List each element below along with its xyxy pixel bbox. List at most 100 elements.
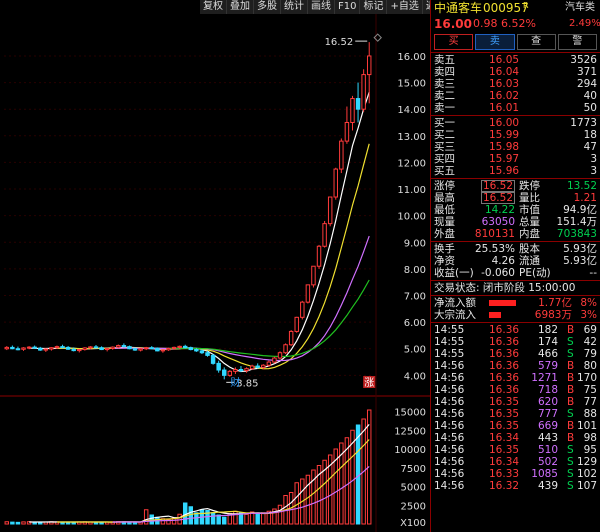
ask-row: 卖五 16.05 3526 — [431, 54, 600, 66]
candle-body — [339, 140, 344, 170]
stat-label: 市值 — [519, 204, 540, 216]
high-label: 16.52 — [325, 37, 354, 48]
ask-label: 卖二 — [434, 90, 455, 102]
tick-time: 14:56 — [434, 456, 465, 468]
price-tick-label: 4.00 — [404, 371, 426, 382]
candle-body — [266, 361, 272, 366]
candle-body — [88, 346, 93, 349]
ask-row: 卖二 16.02 40 — [431, 90, 600, 102]
toolbar-button[interactable]: F10 — [335, 0, 361, 14]
ask-volume: 40 — [583, 90, 597, 102]
toolbar-button[interactable]: 统计 — [281, 0, 308, 14]
ask-volume: 294 — [576, 78, 597, 90]
tick-volume: 502 — [537, 456, 558, 468]
candle-body — [26, 346, 32, 349]
tick-price: 16.35 — [489, 408, 520, 420]
stat-row: 涨停 16.52 跌停 13.52 — [431, 180, 600, 192]
stat-value: -0.060 — [481, 267, 515, 279]
candle-body — [311, 265, 316, 286]
candle-body — [272, 357, 277, 363]
stat-value: 16.52 — [480, 192, 515, 204]
bid-volume: 1773 — [570, 117, 597, 129]
toolbar-button[interactable]: +自选 — [387, 0, 423, 14]
volume-bar — [210, 512, 216, 525]
price-change-pct: 6.52% — [501, 17, 536, 30]
volume-bar — [277, 504, 283, 525]
flow-pct: 3% — [580, 309, 597, 321]
kline-chart[interactable]: 16.00 15.00 14.00 13.00 12.00 11.00 10.00 9.00 8… — [0, 14, 430, 532]
stat-label: 最高 — [434, 192, 455, 204]
stat-label: 总量 — [519, 216, 540, 228]
ask-price: 16.03 — [489, 78, 520, 90]
buy-button[interactable]: 买 — [434, 34, 474, 50]
volume-tick-label: 5000 — [401, 483, 426, 494]
candle-body — [210, 354, 216, 364]
toolbar-button[interactable]: 多股 — [254, 0, 281, 14]
bid-price: 15.97 — [489, 153, 520, 165]
candle-body — [366, 55, 372, 76]
candle-body — [344, 121, 350, 142]
tick-side: S — [567, 468, 574, 480]
alert-button[interactable]: 警 — [557, 34, 597, 50]
toolbar-button[interactable]: 画线 — [308, 0, 335, 14]
tick-row: 14:56 16.35 669 B 101 — [431, 420, 600, 432]
sell-button[interactable]: 卖 — [475, 34, 515, 50]
price-tick-label: 11.00 — [397, 185, 426, 196]
toolbar-button[interactable]: 叠加 — [227, 0, 254, 14]
ask-label: 卖五 — [434, 54, 455, 66]
ask-volume: 3526 — [570, 54, 597, 66]
candle-body — [38, 347, 43, 351]
stat-value: 703843 — [556, 228, 597, 240]
volume-tick-label: 15000 — [394, 408, 426, 419]
volume-bar — [244, 513, 249, 525]
volume-tick-label: 12500 — [394, 426, 426, 437]
tick-price: 16.35 — [489, 444, 520, 456]
candle-body — [82, 347, 88, 351]
tick-price: 16.36 — [489, 360, 520, 372]
limit-up-marker: 涨 — [364, 377, 374, 389]
toolbar-button[interactable]: 复权 — [200, 0, 227, 14]
tick-count: 129 — [576, 456, 597, 468]
ask-label: 卖四 — [434, 66, 455, 78]
tick-side: B — [567, 360, 575, 372]
candle-body — [199, 350, 205, 354]
tick-row: 14:56 16.36 1271 B 170 — [431, 372, 600, 384]
candle-body — [355, 98, 361, 110]
tick-row: 14:56 16.34 443 B 98 — [431, 432, 600, 444]
candle-body — [4, 346, 10, 350]
candle-body — [277, 352, 283, 359]
chart-toolbar: 复权叠加多股统计画线F10标记+自选返回 — [200, 0, 450, 14]
tick-list[interactable]: 14:55 16.36 182 B 69 14:55 16.36 174 S 42 14:55 16.… — [431, 324, 600, 492]
volume-bar — [21, 521, 26, 525]
tick-price: 16.34 — [489, 432, 520, 444]
kline-svg[interactable]: 16.00 15.00 14.00 13.00 12.00 11.00 10.00 9.00 8… — [0, 14, 430, 532]
stat-label: PE(动) — [519, 267, 551, 279]
action-buttons: 买 卖 查 警 — [431, 34, 600, 50]
volume-bar — [255, 513, 260, 525]
price-tick-label: 13.00 — [397, 132, 426, 143]
tick-count: 77 — [583, 396, 597, 408]
candle-body — [322, 223, 327, 247]
tick-price: 16.35 — [489, 396, 520, 408]
stat-label: 换手 — [434, 243, 455, 255]
query-button[interactable]: 查 — [516, 34, 556, 50]
toolbar-button[interactable]: 标记 — [360, 0, 388, 14]
candle-body — [294, 316, 299, 332]
candle-body — [143, 347, 149, 350]
price-tick-label: 15.00 — [397, 79, 426, 90]
tick-row: 14:55 16.36 466 S 79 — [431, 348, 600, 360]
stat-value: 14.22 — [484, 204, 515, 216]
candle-body — [194, 349, 199, 352]
tick-count: 101 — [576, 420, 597, 432]
stat-label: 最低 — [434, 204, 455, 216]
sector-name[interactable]: 汽车类 — [565, 0, 595, 16]
stat-value: 16.52 — [480, 180, 515, 192]
flow-row: 大宗流入 6983万 3% — [431, 309, 600, 321]
bid-price: 16.00 — [489, 117, 520, 129]
ask-row: 卖三 16.03 294 — [431, 78, 600, 90]
tick-volume: 669 — [537, 420, 558, 432]
vol-ma10-line — [57, 439, 370, 523]
candle-body — [77, 349, 82, 352]
stock-header: 中通客车 000957 R 汽车类 — [431, 0, 600, 16]
candle-body — [300, 301, 305, 318]
